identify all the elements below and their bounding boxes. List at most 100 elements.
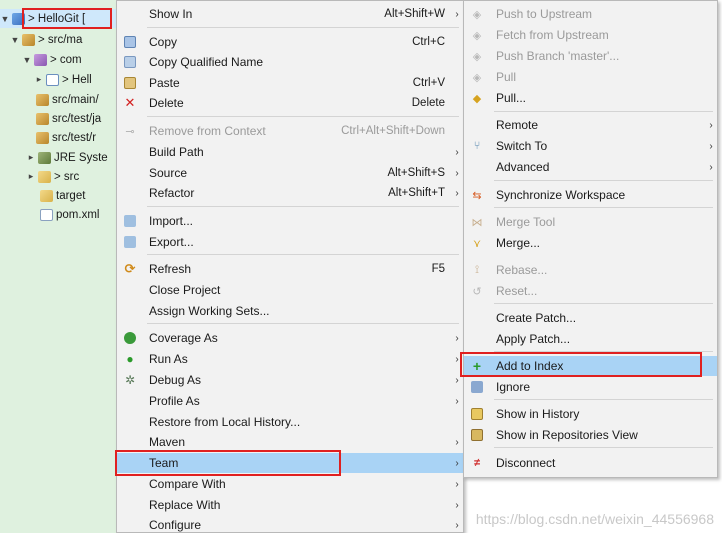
menu-item-create-patch[interactable]: Create Patch... — [464, 308, 717, 328]
menu-item-paste[interactable]: Paste Ctrl+V — [117, 73, 463, 93]
menu-item-export[interactable]: Export... — [117, 232, 463, 252]
library-icon — [38, 151, 51, 164]
menu-item-label: Remote — [496, 118, 539, 132]
menu-item-label: Merge Tool — [496, 215, 556, 229]
chevron-right-icon[interactable]: ▸ — [26, 152, 36, 163]
menu-item-profile-as[interactable]: Profile As › — [117, 391, 463, 411]
tree-item-target[interactable]: target — [38, 186, 85, 205]
menu-item-label: Assign Working Sets... — [149, 304, 270, 318]
menu-separator — [494, 303, 713, 304]
tree-item-src-main-java[interactable]: ▼ > src/ma — [10, 30, 82, 49]
menu-item-label: Ignore — [496, 380, 531, 394]
menu-item-label: Rebase... — [496, 263, 548, 277]
menu-item-build-path[interactable]: Build Path › — [117, 142, 463, 162]
tree-item-src-test-java[interactable]: src/test/ja — [34, 109, 101, 128]
tree-item-src-folder[interactable]: ▸ > src — [26, 167, 79, 186]
menu-item-label: Switch To — [496, 139, 548, 153]
menu-item-label: Push to Upstream — [496, 7, 593, 21]
chevron-right-icon[interactable]: ▸ — [34, 74, 44, 85]
tree-item-src-main-resources[interactable]: src/main/ — [34, 90, 99, 109]
menu-item-merge[interactable]: ⋎ Merge... — [464, 233, 717, 253]
tree-item-hello-file[interactable]: ▸ > Hell — [34, 70, 92, 89]
tree-item-src-test-resources[interactable]: src/test/r — [34, 128, 96, 147]
menu-item-remove-from-context[interactable]: ⊸ Remove from Context Ctrl+Alt+Shift+Dow… — [117, 121, 463, 141]
submenu-arrow-icon: › — [455, 146, 459, 158]
menu-item-reset[interactable]: ↺ Reset... — [464, 281, 717, 301]
menu-item-maven[interactable]: Maven › — [117, 432, 463, 452]
tree-item-label: pom.xml — [56, 208, 100, 221]
menu-item-add-to-index[interactable]: + Add to Index — [464, 356, 717, 376]
menu-item-rebase[interactable]: ⟟ Rebase... — [464, 260, 717, 280]
menu-item-label: Refresh — [149, 262, 192, 276]
menu-item-coverage-as[interactable]: Coverage As › — [117, 328, 463, 348]
menu-item-refresh[interactable]: ⟳ Refresh F5 — [117, 259, 463, 279]
menu-item-show-in[interactable]: Show In Alt+Shift+W › — [117, 4, 463, 24]
team-submenu: ◈ Push to Upstream ◈ Fetch from Upstream… — [463, 0, 718, 478]
switch-branch-icon: ⑂ — [473, 140, 481, 152]
menu-item-refactor[interactable]: Refactor Alt+Shift+T › — [117, 183, 463, 203]
menu-item-label: Copy Qualified Name — [149, 55, 264, 69]
chevron-right-icon[interactable]: ▸ — [26, 171, 36, 182]
history-icon — [471, 408, 483, 420]
menu-item-copy-qualified-name[interactable]: Copy Qualified Name — [117, 52, 463, 72]
menu-item-pull[interactable]: ◆ Pull... — [464, 88, 717, 108]
menu-item-disconnect[interactable]: ≠ Disconnect — [464, 453, 717, 473]
tree-item-package-com[interactable]: ▼ > com — [22, 50, 82, 69]
menu-item-switch-to[interactable]: ⑂ Switch To › — [464, 136, 717, 156]
chevron-down-icon[interactable]: ▼ — [10, 35, 20, 45]
tree-item-pom-xml[interactable]: pom.xml — [38, 205, 99, 224]
menu-separator — [494, 351, 713, 352]
chevron-down-icon[interactable]: ▼ — [22, 55, 32, 65]
source-folder-icon — [36, 112, 49, 125]
tree-item-jre-system-library[interactable]: ▸ JRE Syste — [26, 148, 108, 167]
menu-item-label: Replace With — [149, 498, 221, 512]
menu-item-assign-working-sets[interactable]: Assign Working Sets... — [117, 301, 463, 321]
menu-item-ignore[interactable]: Ignore — [464, 377, 717, 397]
screenshot-stage: ▼ > HelloGit [ ▼ > src/ma ▼ > com ▸ > He… — [0, 0, 722, 533]
menu-item-merge-tool[interactable]: ⋈ Merge Tool — [464, 212, 717, 232]
menu-item-advanced[interactable]: Advanced › — [464, 157, 717, 177]
menu-item-shortcut: Delete — [411, 97, 445, 109]
menu-item-remote[interactable]: Remote › — [464, 115, 717, 135]
menu-item-configure[interactable]: Configure › — [117, 515, 463, 533]
menu-item-fetch-from-upstream[interactable]: ◈ Fetch from Upstream — [464, 25, 717, 45]
source-folder-icon — [36, 93, 49, 106]
menu-separator — [494, 180, 713, 181]
menu-separator — [494, 207, 713, 208]
menu-item-team[interactable]: Team › — [117, 453, 463, 473]
menu-item-synchronize-workspace[interactable]: ⇆ Synchronize Workspace — [464, 185, 717, 205]
export-icon — [124, 236, 136, 248]
menu-item-debug-as[interactable]: ✲ Debug As › — [117, 370, 463, 390]
menu-item-replace-with[interactable]: Replace With › — [117, 495, 463, 515]
menu-item-close-project[interactable]: Close Project — [117, 280, 463, 300]
menu-item-delete[interactable]: ✕ Delete Delete — [117, 93, 463, 113]
tree-item-label: > Hell — [62, 73, 92, 86]
menu-item-show-in-history[interactable]: Show in History — [464, 404, 717, 424]
tree-item-project[interactable]: ▼ > HelloGit [ — [0, 9, 122, 28]
menu-separator — [147, 116, 459, 117]
menu-item-apply-patch[interactable]: Apply Patch... — [464, 329, 717, 349]
menu-item-restore-local-history[interactable]: Restore from Local History... — [117, 412, 463, 432]
submenu-arrow-icon: › — [709, 140, 713, 152]
menu-item-source[interactable]: Source Alt+Shift+S › — [117, 163, 463, 183]
submenu-arrow-icon: › — [455, 167, 459, 179]
menu-item-copy[interactable]: Copy Ctrl+C — [117, 32, 463, 52]
tree-item-label: > com — [50, 53, 82, 66]
menu-item-label: Reset... — [496, 284, 538, 298]
menu-item-label: Delete — [149, 96, 184, 110]
menu-item-label: Refactor — [149, 186, 195, 200]
menu-item-label: Paste — [149, 76, 180, 90]
menu-item-push-to-upstream[interactable]: ◈ Push to Upstream — [464, 4, 717, 24]
menu-item-compare-with[interactable]: Compare With › — [117, 474, 463, 494]
menu-item-import[interactable]: Import... — [117, 211, 463, 231]
menu-item-label: Debug As — [149, 373, 202, 387]
chevron-down-icon[interactable]: ▼ — [0, 14, 10, 24]
menu-separator — [494, 447, 713, 448]
menu-item-pull-disabled[interactable]: ◈ Pull — [464, 67, 717, 87]
menu-item-shortcut: Ctrl+Alt+Shift+Down — [341, 125, 445, 137]
watermark: https://blog.csdn.net/weixin_44556968 — [475, 511, 714, 527]
menu-item-show-in-repositories-view[interactable]: Show in Repositories View — [464, 425, 717, 445]
menu-item-push-branch[interactable]: ◈ Push Branch 'master'... — [464, 46, 717, 66]
tree-item-label: src/main/ — [52, 93, 99, 106]
menu-item-run-as[interactable]: ● Run As › — [117, 349, 463, 369]
